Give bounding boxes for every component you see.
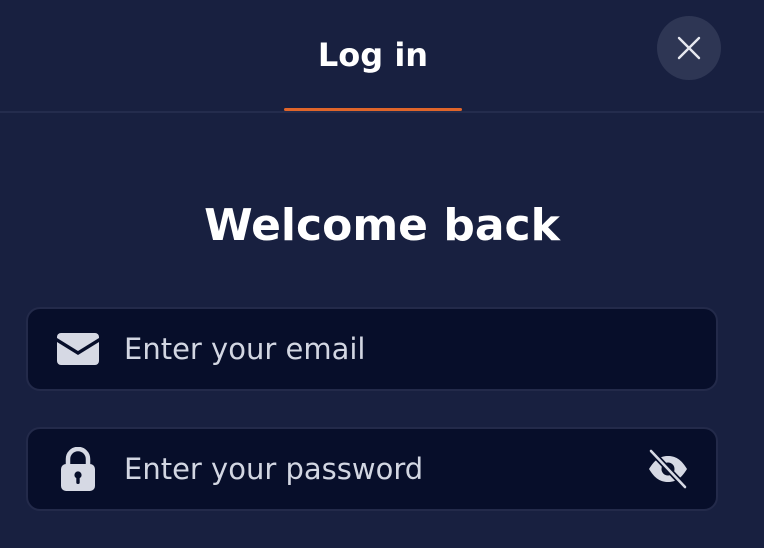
email-input[interactable] (124, 309, 624, 389)
envelope-icon (56, 309, 100, 389)
login-modal: Log in Welcome back (0, 0, 764, 548)
close-icon (677, 36, 701, 60)
lock-icon (56, 429, 100, 509)
tab-log-in-label: Log in (317, 35, 429, 74)
tab-log-in[interactable]: Log in (284, 0, 462, 111)
page-title: Welcome back (204, 200, 560, 251)
password-input[interactable] (124, 429, 624, 509)
email-field[interactable] (26, 307, 718, 391)
active-tab-indicator (284, 108, 462, 111)
eye-slash-icon (648, 449, 688, 489)
password-visibility-toggle[interactable] (644, 429, 692, 509)
modal-header: Log in (0, 0, 764, 113)
close-button[interactable] (657, 16, 721, 80)
password-field[interactable] (26, 427, 718, 511)
